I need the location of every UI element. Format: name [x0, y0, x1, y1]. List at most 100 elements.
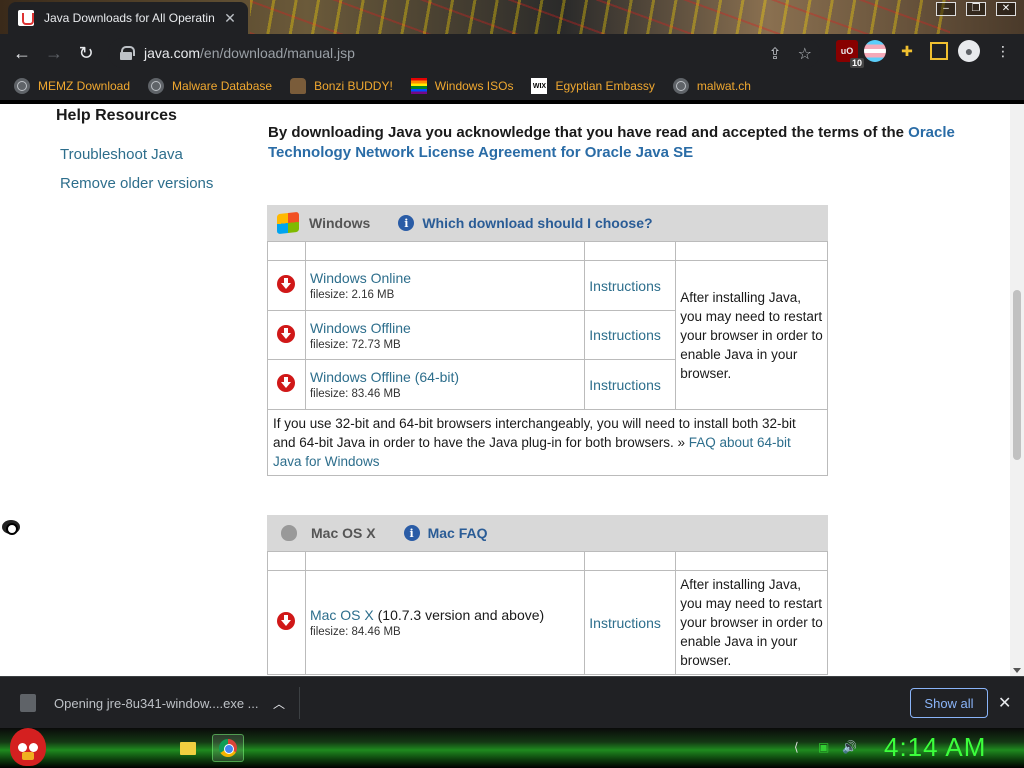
minimize-icon[interactable]: –	[936, 2, 956, 16]
windows-section-header: Windows i Which download should I choose…	[267, 205, 828, 241]
tray-arrow-icon[interactable]: ⟨	[794, 740, 799, 754]
file-icon	[20, 694, 36, 712]
instructions-link[interactable]: Instructions	[584, 359, 677, 410]
bookmark-label: MEMZ Download	[38, 79, 131, 93]
windows-download-section: Windows i Which download should I choose…	[267, 205, 828, 476]
ublock-extension-icon[interactable]: uO 10	[836, 40, 864, 68]
table-row: Windows Online filesize: 2.16 MB Instruct…	[267, 260, 828, 410]
window-controls: – ❐ ✕	[936, 2, 1016, 16]
share-icon[interactable]: ⇪	[768, 44, 781, 64]
download-link-windows-online[interactable]: Windows Online	[310, 270, 411, 286]
restore-icon[interactable]: ❐	[966, 2, 986, 16]
remove-older-versions-link[interactable]: Remove older versions	[60, 175, 213, 192]
instructions-link[interactable]: Instructions	[584, 310, 677, 360]
license-intro: By downloading Java you acknowledge that…	[268, 123, 958, 163]
tab-title: Java Downloads for All Operatin	[44, 11, 215, 25]
download-icon[interactable]	[277, 275, 296, 293]
after-install-note: After installing Java, you may need to r…	[675, 260, 828, 410]
download-link-windows-offline-64[interactable]: Windows Offline (64-bit)	[310, 369, 459, 385]
table-header-row	[267, 241, 828, 261]
after-install-note: After installing Java, you may need to r…	[675, 570, 828, 675]
browser-tab[interactable]: Java Downloads for All Operatin ✕	[8, 2, 248, 34]
scrollbar-thumb[interactable]	[1013, 290, 1021, 460]
url-text[interactable]: java.com/en/download/manual.jsp	[144, 45, 355, 61]
globe-icon	[14, 78, 30, 94]
bookmark-bonzi-buddy[interactable]: Bonzi BUDDY!	[290, 78, 393, 94]
intro-text: By downloading Java you acknowledge that…	[268, 124, 909, 141]
kebab-menu-icon[interactable]: ⋮	[992, 40, 1014, 62]
lock-icon[interactable]	[120, 46, 135, 60]
start-button-angry-bird-icon[interactable]	[10, 728, 46, 766]
ublock-label: uO	[840, 46, 854, 56]
bookmark-windows-isos[interactable]: Windows ISOs	[410, 78, 514, 94]
forward-arrow-icon[interactable]: →	[38, 37, 70, 69]
window-background-art	[250, 0, 950, 34]
bookmark-star-icon[interactable]: ☆	[798, 44, 812, 64]
download-link-windows-offline[interactable]: Windows Offline	[310, 320, 411, 336]
chevron-up-icon[interactable]: ︿	[273, 695, 285, 712]
table-header-row	[267, 551, 828, 571]
page-viewport: Help Resources Troubleshoot Java Remove …	[0, 104, 1010, 676]
troubleshoot-java-link[interactable]: Troubleshoot Java	[60, 146, 183, 163]
bookmark-label: Bonzi BUDDY!	[314, 79, 393, 93]
globe-icon	[148, 78, 165, 94]
bookmark-egyptian-embassy[interactable]: WIX Egyptian Embassy	[531, 78, 655, 94]
eye-cursor-icon	[0, 514, 26, 540]
bookmark-label: Egyptian Embassy	[555, 79, 655, 93]
extensions-puzzle-icon[interactable]: ✚	[896, 40, 918, 62]
bookmarks-bar: MEMZ Download Malware Database Bonzi BUD…	[0, 72, 1024, 100]
profile-avatar-icon[interactable]: ●	[958, 40, 980, 62]
chrome-taskbar-icon[interactable]	[212, 734, 244, 762]
back-arrow-icon[interactable]: ←	[6, 37, 38, 69]
taskbar-clock[interactable]: 4:14 AM	[884, 732, 986, 763]
filesize: filesize: 72.73 MB	[309, 338, 401, 351]
help-resources-heading: Help Resources	[56, 107, 177, 124]
bookmark-label: Windows ISOs	[434, 79, 514, 93]
download-item[interactable]: Opening jre-8u341-window....exe ... ︿	[14, 687, 300, 719]
rainbow-flag-icon	[410, 78, 427, 94]
download-icon[interactable]	[277, 324, 296, 343]
filesize: filesize: 83.46 MB	[309, 388, 401, 400]
download-icon[interactable]	[277, 374, 296, 392]
scroll-down-arrow-icon[interactable]	[1013, 668, 1021, 673]
os-name: Windows	[309, 215, 371, 231]
download-item-text: Opening jre-8u341-window....exe ...	[54, 695, 259, 711]
page-scrollbar[interactable]	[1010, 104, 1024, 676]
trans-flag-extension-icon[interactable]	[864, 40, 886, 62]
apple-logo-icon	[281, 525, 297, 541]
bookmark-malware-database[interactable]: Malware Database	[148, 78, 272, 94]
download-link-mac-os-x[interactable]: Mac OS X	[310, 607, 374, 623]
window-close-icon[interactable]: ✕	[996, 2, 1016, 16]
ublock-badge: 10	[849, 58, 864, 68]
network-icon[interactable]: ▣	[818, 740, 829, 754]
instructions-link[interactable]: Instructions	[584, 260, 677, 311]
address-bar[interactable]: java.com/en/download/manual.jsp ⇪ ☆	[108, 38, 820, 68]
info-icon: i	[403, 525, 420, 541]
windows-logo-icon	[277, 211, 299, 235]
volume-icon[interactable]: 🔊	[842, 740, 857, 754]
reload-icon[interactable]: ↻	[70, 37, 102, 69]
taskbar: ⟨ ▣ 🔊 4:14 AM	[0, 728, 1024, 768]
mac-section-header: Mac OS X i Mac FAQ	[267, 515, 828, 551]
instructions-link[interactable]: Instructions	[584, 570, 677, 675]
show-all-button[interactable]: Show all	[910, 688, 988, 718]
bonzi-icon	[290, 78, 307, 94]
table-row: If you use 32-bit and 64-bit browsers in…	[267, 409, 828, 476]
close-icon[interactable]: ✕	[998, 693, 1011, 713]
tab-close-icon[interactable]: ✕	[222, 10, 238, 27]
url-host: java.com	[144, 45, 201, 61]
filesize: filesize: 84.46 MB	[309, 626, 401, 638]
bookmark-malwatch[interactable]: malwat.ch	[672, 78, 751, 94]
which-download-link[interactable]: Which download should I choose?	[422, 215, 652, 231]
filesize: filesize: 2.16 MB	[309, 289, 395, 301]
version-note: (10.7.3 version and above)	[373, 607, 545, 623]
file-explorer-icon[interactable]	[172, 734, 204, 762]
bookmark-label: malwat.ch	[696, 79, 751, 93]
download-shelf: Opening jre-8u341-window....exe ... ︿ Sh…	[0, 676, 1024, 728]
mac-faq-link[interactable]: Mac FAQ	[428, 525, 488, 541]
download-icon[interactable]	[277, 612, 296, 630]
bookmark-memz-download[interactable]: MEMZ Download	[14, 78, 130, 94]
wix-icon: WIX	[531, 78, 548, 94]
globe-icon	[672, 78, 689, 94]
side-panel-icon[interactable]	[928, 40, 950, 62]
